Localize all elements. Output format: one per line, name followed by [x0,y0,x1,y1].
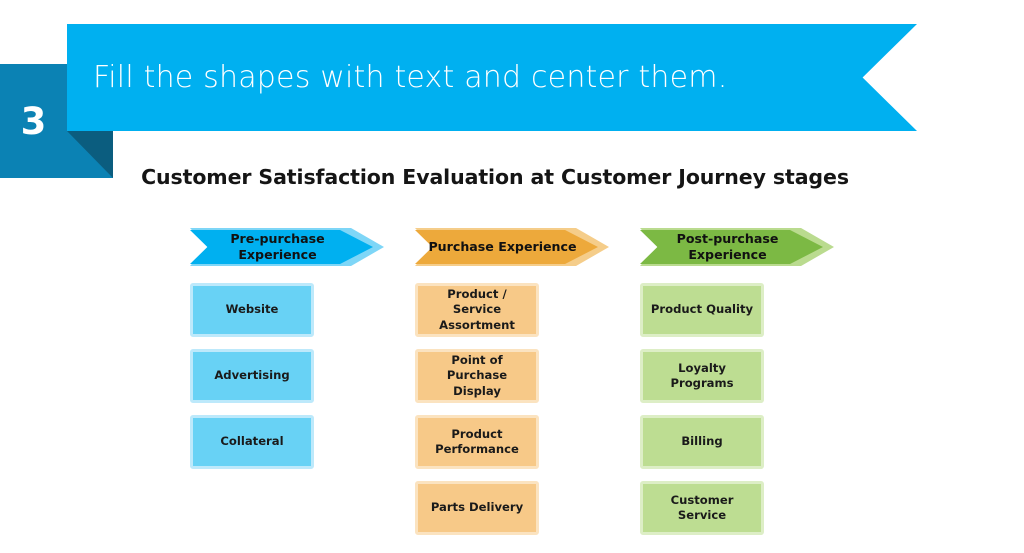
item-box[interactable]: Billing [640,415,764,469]
item-box-label: Loyalty Programs [670,360,734,390]
item-box-label: Product Performance [435,426,519,456]
item-box-label: Advertising [214,368,290,383]
item-box-label: Point of Purchase Display [446,353,508,398]
item-box[interactable]: Advertising [190,349,314,403]
stage-arrow-label: Pre-purchase Experience [230,230,325,262]
stage-column-1: Purchase Experience Product / Service Ass… [415,0,615,553]
stage-arrow-0[interactable]: Pre-purchase Experience [190,228,384,266]
stage-arrow-label: Purchase Experience [428,238,577,254]
item-box-label: Website [225,302,279,317]
item-box-label: Product / Service Assortment [439,287,515,332]
item-box[interactable]: Product Performance [415,415,539,469]
item-box[interactable]: Loyalty Programs [640,349,764,403]
item-box[interactable]: Product Quality [640,283,764,337]
item-box[interactable]: Collateral [190,415,314,469]
journey-stage-columns: Pre-purchase Experience Website Advertisin… [0,0,1024,553]
item-box-label: Collateral [220,434,284,449]
item-box-label: Customer Service [670,492,734,522]
item-box-label: Product Quality [650,302,754,317]
item-box-label: Parts Delivery [430,500,524,515]
item-box[interactable]: Point of Purchase Display [415,349,539,403]
stage-column-0: Pre-purchase Experience Website Advertisin… [190,0,390,553]
item-box[interactable]: Parts Delivery [415,481,539,535]
item-box[interactable]: Customer Service [640,481,764,535]
item-box-label: Billing [681,434,723,449]
stage-column-2: Post-purchase Experience Product Quality L… [640,0,840,553]
stage-arrow-2[interactable]: Post-purchase Experience [640,228,834,266]
stage-arrow-label: Post-purchase Experience [676,230,779,262]
item-box[interactable]: Product / Service Assortment [415,283,539,337]
item-box[interactable]: Website [190,283,314,337]
stage-arrow-1[interactable]: Purchase Experience [415,228,609,266]
